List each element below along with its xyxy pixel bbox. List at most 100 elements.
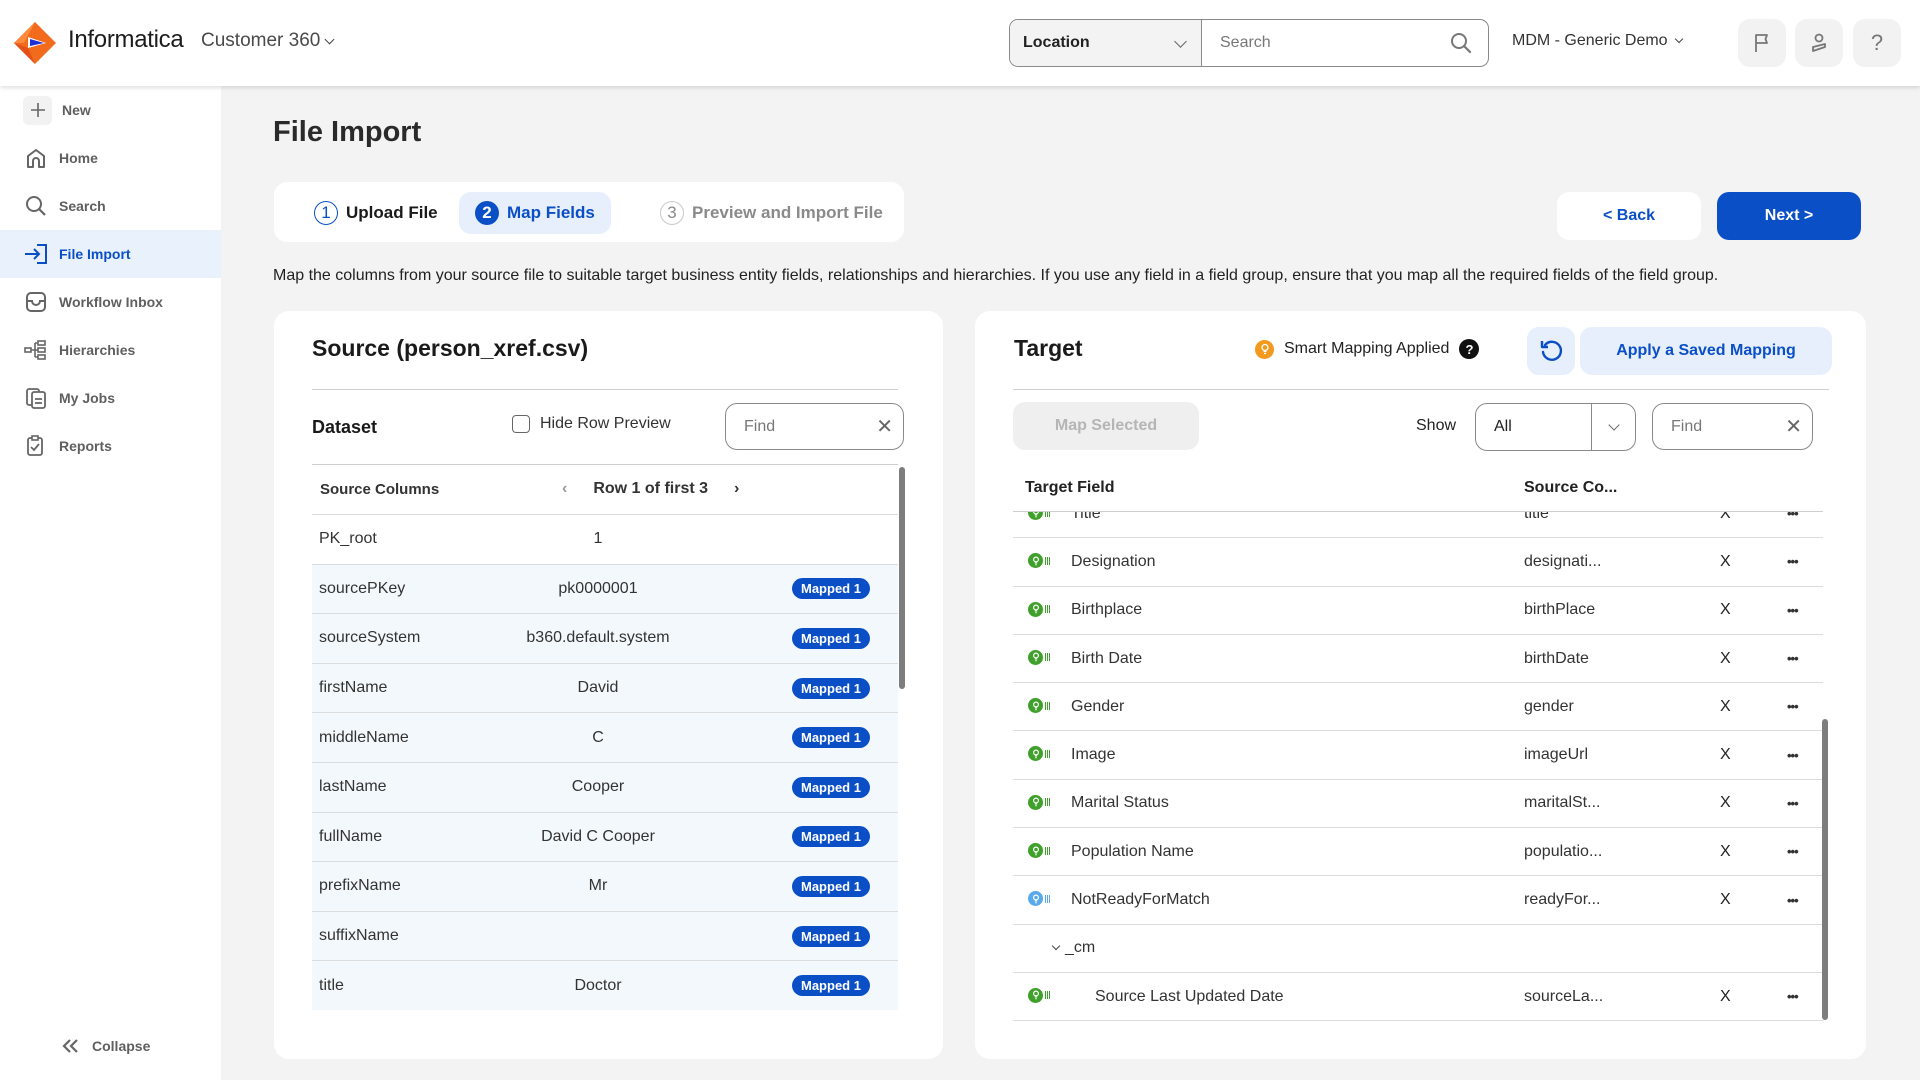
more-options-icon[interactable]: ••• bbox=[1787, 748, 1799, 763]
apply-saved-mapping-button[interactable]: Apply a Saved Mapping bbox=[1580, 327, 1832, 375]
source-row[interactable]: PK_root 1 bbox=[312, 514, 898, 564]
target-row[interactable]: Birthplace birthPlace X ••• bbox=[1013, 587, 1823, 635]
target-row[interactable]: Designation designati... X ••• bbox=[1013, 538, 1823, 587]
target-row[interactable]: Gender gender X ••• bbox=[1013, 683, 1823, 732]
target-row[interactable]: Birth Date birthDate X ••• bbox=[1013, 635, 1823, 684]
sidebar-item-hierarchies[interactable]: Hierarchies bbox=[0, 326, 221, 374]
mapped-badge[interactable]: Mapped 1 bbox=[792, 727, 870, 749]
target-title: Target bbox=[1014, 335, 1083, 361]
source-row[interactable]: suffixName Mapped 1 bbox=[312, 910, 898, 961]
collapse-sidebar-button[interactable]: Collapse bbox=[62, 1038, 150, 1054]
help-icon[interactable]: ? bbox=[1459, 339, 1480, 359]
flag-button[interactable] bbox=[1738, 19, 1786, 67]
source-column-header[interactable]: Source Co... bbox=[1524, 479, 1617, 497]
mapped-badge[interactable]: Mapped 1 bbox=[792, 826, 870, 848]
sidebar-item-home[interactable]: Home bbox=[0, 134, 221, 182]
more-options-icon[interactable]: ••• bbox=[1787, 603, 1799, 618]
remove-mapping-icon[interactable]: X bbox=[1720, 843, 1731, 861]
source-row[interactable]: middleName C Mapped 1 bbox=[312, 712, 898, 762]
target-row[interactable]: Population Name populatio... X ••• bbox=[1013, 828, 1823, 877]
inbox-icon bbox=[23, 289, 49, 315]
more-options-icon[interactable]: ••• bbox=[1787, 893, 1799, 908]
org-switcher[interactable]: MDM - Generic Demo bbox=[1512, 32, 1683, 50]
help-button[interactable]: ? bbox=[1853, 19, 1901, 67]
show-filter-value: All bbox=[1494, 418, 1512, 435]
sidebar-item-new[interactable]: New bbox=[0, 86, 221, 134]
target-find-field: ✕ bbox=[1652, 403, 1813, 450]
more-options-icon[interactable]: ••• bbox=[1787, 989, 1799, 1004]
more-options-icon[interactable]: ••• bbox=[1787, 651, 1799, 666]
step-map-fields[interactable]: 2 Map Fields bbox=[459, 192, 611, 234]
user-button[interactable] bbox=[1795, 19, 1843, 67]
target-row[interactable]: NotReadyForMatch readyFor... X ••• bbox=[1013, 876, 1823, 925]
product-switcher[interactable]: Customer 360 bbox=[201, 30, 335, 52]
mapped-badge[interactable]: Mapped 1 bbox=[792, 578, 870, 600]
hide-row-preview-checkbox[interactable] bbox=[512, 415, 530, 433]
clear-icon[interactable]: ✕ bbox=[876, 417, 893, 437]
target-row[interactable]: Image imageUrl X ••• bbox=[1013, 731, 1823, 780]
remove-mapping-icon[interactable]: X bbox=[1720, 650, 1731, 668]
remove-mapping-icon[interactable]: X bbox=[1720, 553, 1731, 571]
location-select[interactable]: Location bbox=[1010, 20, 1202, 66]
target-row[interactable]: Title title X ••• bbox=[1013, 512, 1823, 539]
chevron-down-icon[interactable] bbox=[1051, 942, 1061, 951]
source-scrollbar[interactable] bbox=[899, 467, 905, 689]
mapped-source-column: birthPlace bbox=[1524, 601, 1596, 619]
sidebar-item-workflow-inbox[interactable]: Workflow Inbox bbox=[0, 278, 221, 326]
search-input[interactable] bbox=[1220, 34, 1450, 52]
sidebar-item-reports[interactable]: Reports bbox=[0, 422, 221, 470]
hide-row-preview-toggle[interactable]: Hide Row Preview bbox=[512, 415, 671, 433]
field-group-row[interactable]: _cm bbox=[1013, 925, 1823, 973]
target-scrollbar[interactable] bbox=[1822, 719, 1828, 1020]
reset-mapping-button[interactable] bbox=[1527, 327, 1575, 375]
source-row[interactable]: title Doctor Mapped 1 bbox=[312, 960, 898, 1010]
target-row[interactable]: Source Last Updated Date sourceLa... X ••• bbox=[1013, 973, 1823, 1022]
source-row[interactable]: fullName David C Cooper Mapped 1 bbox=[312, 811, 898, 862]
dropdown-toggle[interactable] bbox=[1591, 404, 1635, 450]
sidebar-item-my-jobs[interactable]: My Jobs bbox=[0, 374, 221, 422]
prev-row-icon[interactable]: ‹ bbox=[562, 480, 567, 498]
lightbulb-icon bbox=[1028, 843, 1043, 859]
more-options-icon[interactable]: ••• bbox=[1787, 512, 1799, 521]
more-options-icon[interactable]: ••• bbox=[1787, 554, 1799, 569]
remove-mapping-icon[interactable]: X bbox=[1720, 746, 1731, 764]
remove-mapping-icon[interactable]: X bbox=[1720, 698, 1731, 716]
confidence-bars-icon bbox=[1045, 605, 1050, 614]
source-row[interactable]: lastName Cooper Mapped 1 bbox=[312, 761, 898, 812]
remove-mapping-icon[interactable]: X bbox=[1720, 794, 1731, 812]
source-row[interactable]: sourcePKey pk0000001 Mapped 1 bbox=[312, 563, 898, 614]
next-button[interactable]: Next > bbox=[1717, 192, 1861, 240]
confidence-bars-icon bbox=[1045, 991, 1050, 1000]
source-column-name: title bbox=[319, 976, 344, 994]
back-button[interactable]: < Back bbox=[1557, 192, 1701, 240]
mapped-badge[interactable]: Mapped 1 bbox=[792, 875, 870, 897]
remove-mapping-icon[interactable]: X bbox=[1720, 601, 1731, 619]
show-filter-select[interactable]: All bbox=[1475, 403, 1636, 451]
sidebar-item-file-import[interactable]: File Import bbox=[0, 230, 221, 278]
clear-icon[interactable]: ✕ bbox=[1785, 417, 1802, 437]
mapped-badge[interactable]: Mapped 1 bbox=[792, 776, 870, 798]
step-upload-file[interactable]: 1 Upload File bbox=[298, 192, 454, 234]
source-row[interactable]: firstName David Mapped 1 bbox=[312, 662, 898, 713]
remove-mapping-icon[interactable]: X bbox=[1720, 988, 1731, 1006]
target-find-input[interactable] bbox=[1671, 417, 1761, 436]
search-icon[interactable] bbox=[1450, 32, 1472, 54]
source-find-input[interactable] bbox=[744, 417, 844, 436]
source-column-name: lastName bbox=[319, 778, 387, 796]
source-row[interactable]: prefixName Mr Mapped 1 bbox=[312, 861, 898, 911]
sidebar-item-search[interactable]: Search bbox=[0, 182, 221, 230]
more-options-icon[interactable]: ••• bbox=[1787, 796, 1799, 811]
mapped-badge[interactable]: Mapped 1 bbox=[792, 975, 870, 997]
next-row-icon[interactable]: › bbox=[734, 480, 739, 498]
map-selected-button[interactable]: Map Selected bbox=[1013, 402, 1199, 450]
source-row[interactable]: sourceSystem b360.default.system Mapped 1 bbox=[312, 613, 898, 663]
mapped-badge[interactable]: Mapped 1 bbox=[792, 925, 870, 947]
more-options-icon[interactable]: ••• bbox=[1787, 699, 1799, 714]
step-preview-import[interactable]: 3 Preview and Import File bbox=[644, 192, 899, 234]
target-row[interactable]: Marital Status maritalSt... X ••• bbox=[1013, 780, 1823, 829]
mapped-badge[interactable]: Mapped 1 bbox=[792, 677, 870, 699]
mapped-badge[interactable]: Mapped 1 bbox=[792, 627, 870, 649]
remove-mapping-icon[interactable]: X bbox=[1720, 891, 1731, 909]
more-options-icon[interactable]: ••• bbox=[1787, 844, 1799, 859]
remove-mapping-icon[interactable]: X bbox=[1720, 512, 1731, 523]
